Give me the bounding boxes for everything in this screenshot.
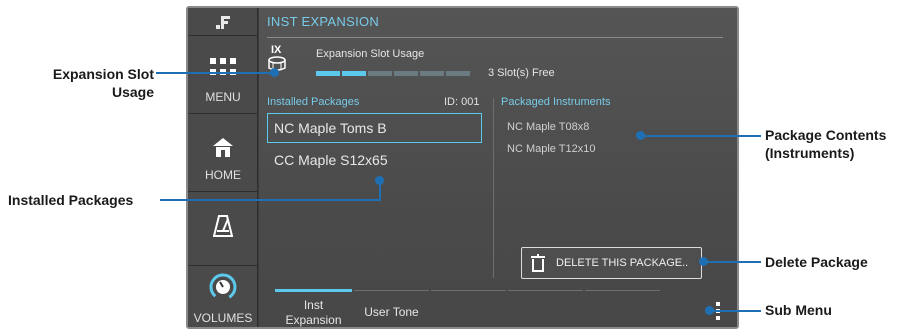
delete-package-button[interactable]: DELETE THIS PACKAGE..	[521, 247, 702, 279]
volume-knob-icon	[209, 273, 237, 301]
tab-underline	[354, 290, 429, 291]
callout-dot	[270, 68, 279, 77]
sidebar: MENU HOME VOLUMES	[188, 8, 258, 327]
expansion-icon-text: IX	[271, 44, 282, 56]
tab-underline	[431, 290, 506, 291]
slot-usage-segment	[342, 71, 366, 76]
slot-usage-segment	[394, 71, 418, 76]
tab-user-tone[interactable]: User Tone	[354, 305, 429, 320]
slot-usage-segment	[316, 71, 340, 76]
brand-logo	[188, 8, 258, 36]
packaged-instruments-list: NC Maple T08x8 NC Maple T12x10	[507, 121, 595, 165]
installed-packages-list: NC Maple Toms B CC Maple S12x65	[267, 113, 482, 177]
logo-icon	[216, 16, 230, 29]
sidebar-menu-button[interactable]: MENU	[188, 36, 258, 114]
slots-free-text: 3 Slot(s) Free	[488, 67, 555, 79]
tab-underline	[585, 290, 660, 291]
home-label: HOME	[205, 168, 241, 182]
callout-line	[641, 135, 761, 137]
slot-usage-segment	[446, 71, 470, 76]
slot-usage-segment	[420, 71, 444, 76]
delete-package-label: DELETE THIS PACKAGE..	[556, 257, 689, 269]
slot-usage-bar	[316, 71, 470, 76]
installed-packages-header: Installed Packages	[267, 96, 360, 108]
sub-menu-kebab-icon[interactable]	[715, 302, 721, 322]
annotation-installed-packages: Installed Packages	[8, 192, 134, 208]
main-panel: INST EXPANSION IX Expansion Slot Usage 3…	[259, 8, 737, 327]
tab-underline	[508, 290, 583, 291]
slot-usage-segment	[368, 71, 392, 76]
annotation-delete-package: Delete Package	[765, 254, 868, 270]
column-divider	[493, 98, 494, 278]
active-tab-indicator	[275, 289, 352, 292]
packaged-instruments-header: Packaged Instruments	[501, 96, 611, 108]
list-item-package[interactable]: CC Maple S12x65	[267, 145, 482, 175]
volumes-label: VOLUMES	[193, 311, 253, 325]
annotation-package-contents: Package Contents (Instruments)	[765, 127, 887, 161]
metronome-icon	[212, 215, 234, 237]
list-item-instrument: NC Maple T12x10	[507, 143, 596, 155]
tab-inst-expansion[interactable]: Inst Expansion	[275, 298, 352, 327]
title-divider	[267, 37, 723, 38]
list-item-package[interactable]: NC Maple Toms B	[267, 113, 482, 143]
annotation-expansion-slot-usage: Expansion Slot Usage	[52, 66, 154, 100]
page-title: INST EXPANSION	[267, 14, 380, 29]
list-item-instrument: NC Maple T08x8	[507, 121, 590, 133]
sidebar-home-button[interactable]: HOME	[188, 114, 258, 192]
sub-tab-bar: Inst Expansion User Tone	[275, 288, 697, 327]
callout-line	[160, 199, 381, 201]
callout-dot	[375, 176, 384, 185]
sidebar-metronome-button[interactable]	[188, 192, 258, 266]
callout-line	[156, 72, 274, 74]
home-icon	[213, 138, 233, 157]
trash-icon	[531, 254, 545, 272]
callout-line	[710, 310, 761, 312]
slot-usage-label: Expansion Slot Usage	[316, 48, 425, 60]
sidebar-volumes-button[interactable]: VOLUMES	[188, 266, 258, 327]
annotation-sub-menu: Sub Menu	[765, 302, 832, 318]
device-screen: MENU HOME VOLUMES INST EXPANSION IX Expa…	[186, 6, 739, 329]
callout-line	[704, 261, 761, 263]
menu-label: MENU	[205, 90, 241, 104]
package-id: ID: 001	[444, 96, 480, 108]
